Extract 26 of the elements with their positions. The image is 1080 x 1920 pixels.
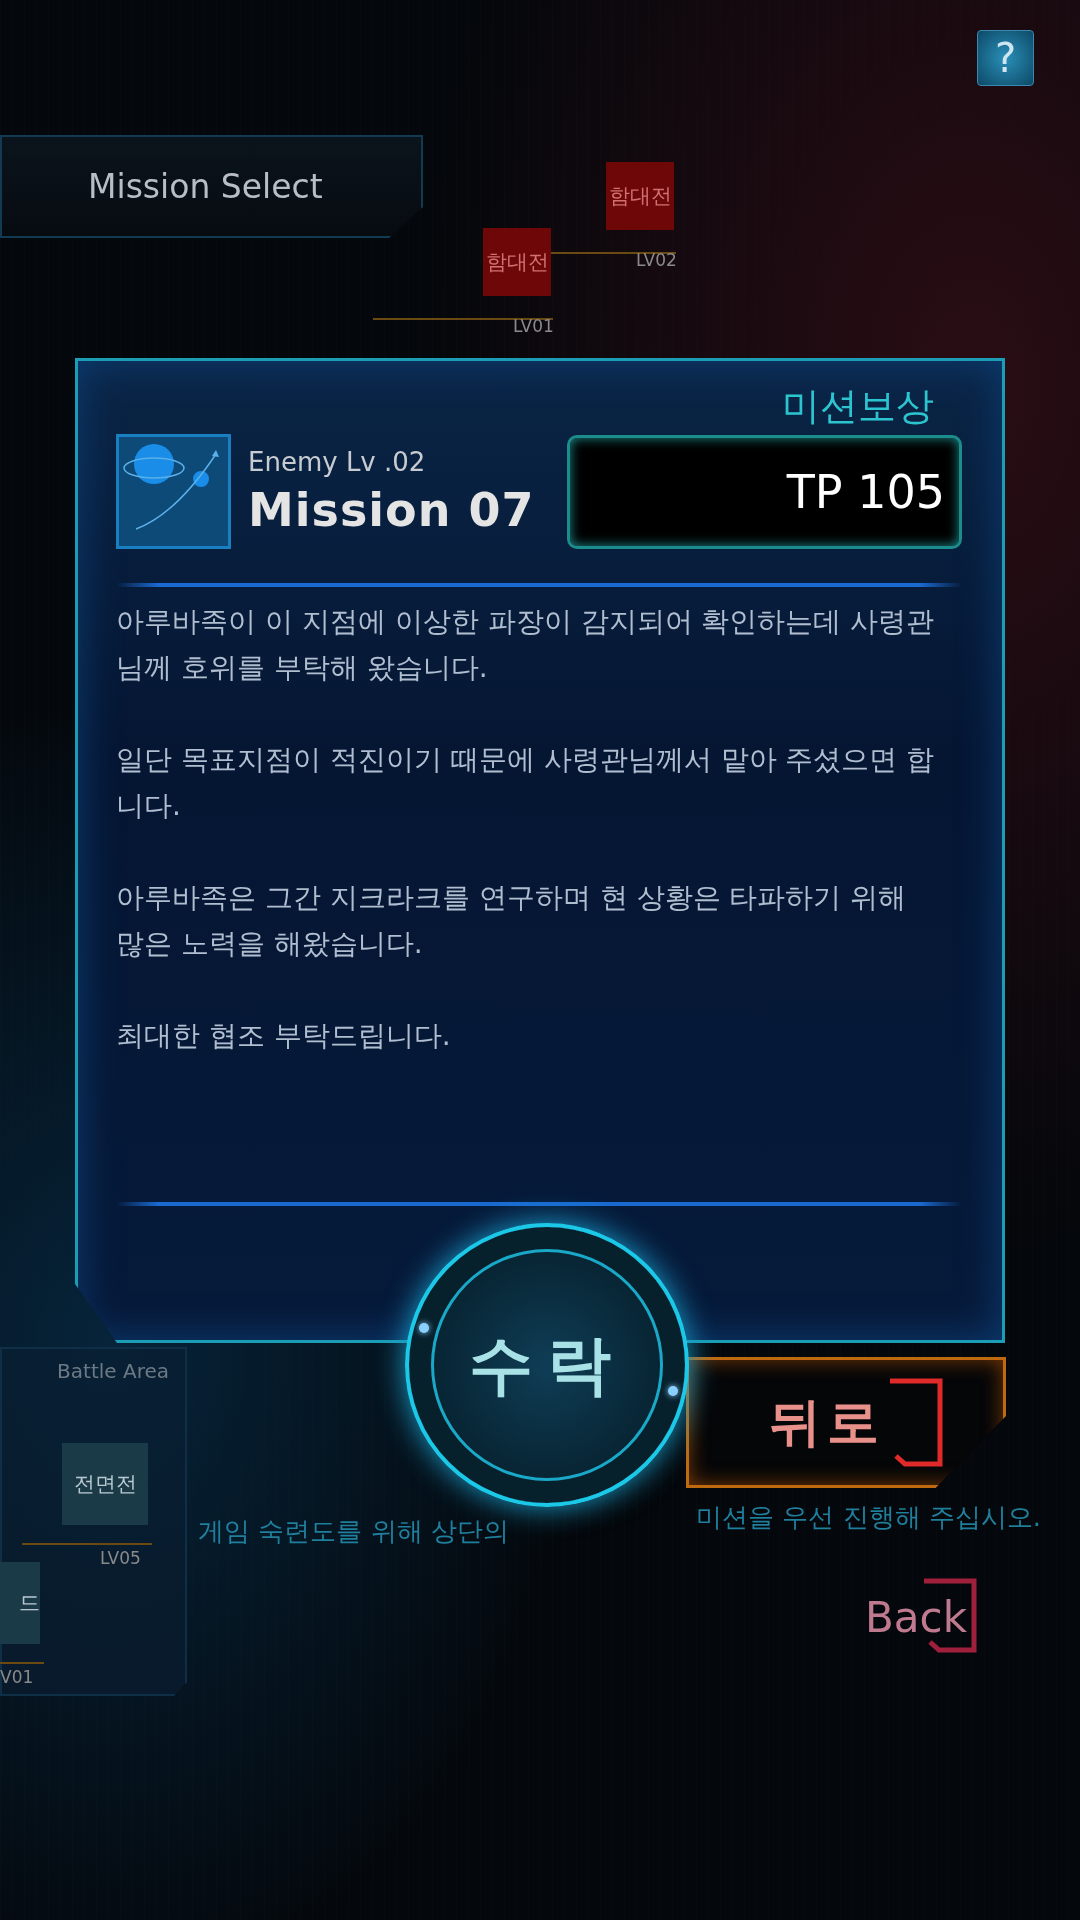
mission-node[interactable]: 드 [0, 1562, 40, 1644]
mission-node[interactable]: 전면전 [62, 1443, 148, 1525]
glow-dot-icon [668, 1386, 678, 1396]
mission-description: 아루바족은 그간 지크라크를 연구하며 현 상황은 타파하기 위해 많은 노력을 해왔습니다. [116, 880, 908, 962]
planet-icon [116, 434, 231, 549]
panel-title: Battle Area [57, 1359, 169, 1383]
return-button[interactable]: 뒤로 [686, 1357, 1006, 1488]
node-level: LV02 [636, 250, 677, 270]
mission-description: 아루바족이 이 지점에 이상한 파장이 감지되어 확인하는데 사령관님께 호위를 부탁해 왔습니다. [116, 604, 936, 686]
node-level: LV01 [513, 316, 554, 336]
mission-select-banner: Mission Select [0, 135, 423, 238]
mission-description: 최대한 협조 부탁드립니다. [116, 1018, 452, 1054]
hint-text: 미션을 우선 진행해 주십시오. [696, 1501, 1042, 1534]
mission-title: Mission 07 [248, 482, 536, 537]
mission-description: 일단 목표지점이 적진이기 때문에 사령관님께서 맡아 주셨으면 합니다. [116, 742, 936, 824]
help-button[interactable]: ? [977, 30, 1034, 86]
reward-label: 미션보상 [782, 383, 934, 430]
node-level: V01 [0, 1667, 34, 1687]
reward-value: TP 105 [567, 434, 962, 549]
mission-node[interactable]: 함대전 [606, 162, 674, 230]
enemy-level: Enemy Lv .02 [248, 446, 427, 477]
glow-dot-icon [419, 1323, 429, 1333]
mission-node[interactable]: 함대전 [483, 228, 551, 296]
hint-text: 게임 숙련도를 위해 상단의 [198, 1515, 509, 1548]
back-button[interactable]: Back [857, 1580, 982, 1655]
node-level: LV05 [100, 1548, 141, 1568]
